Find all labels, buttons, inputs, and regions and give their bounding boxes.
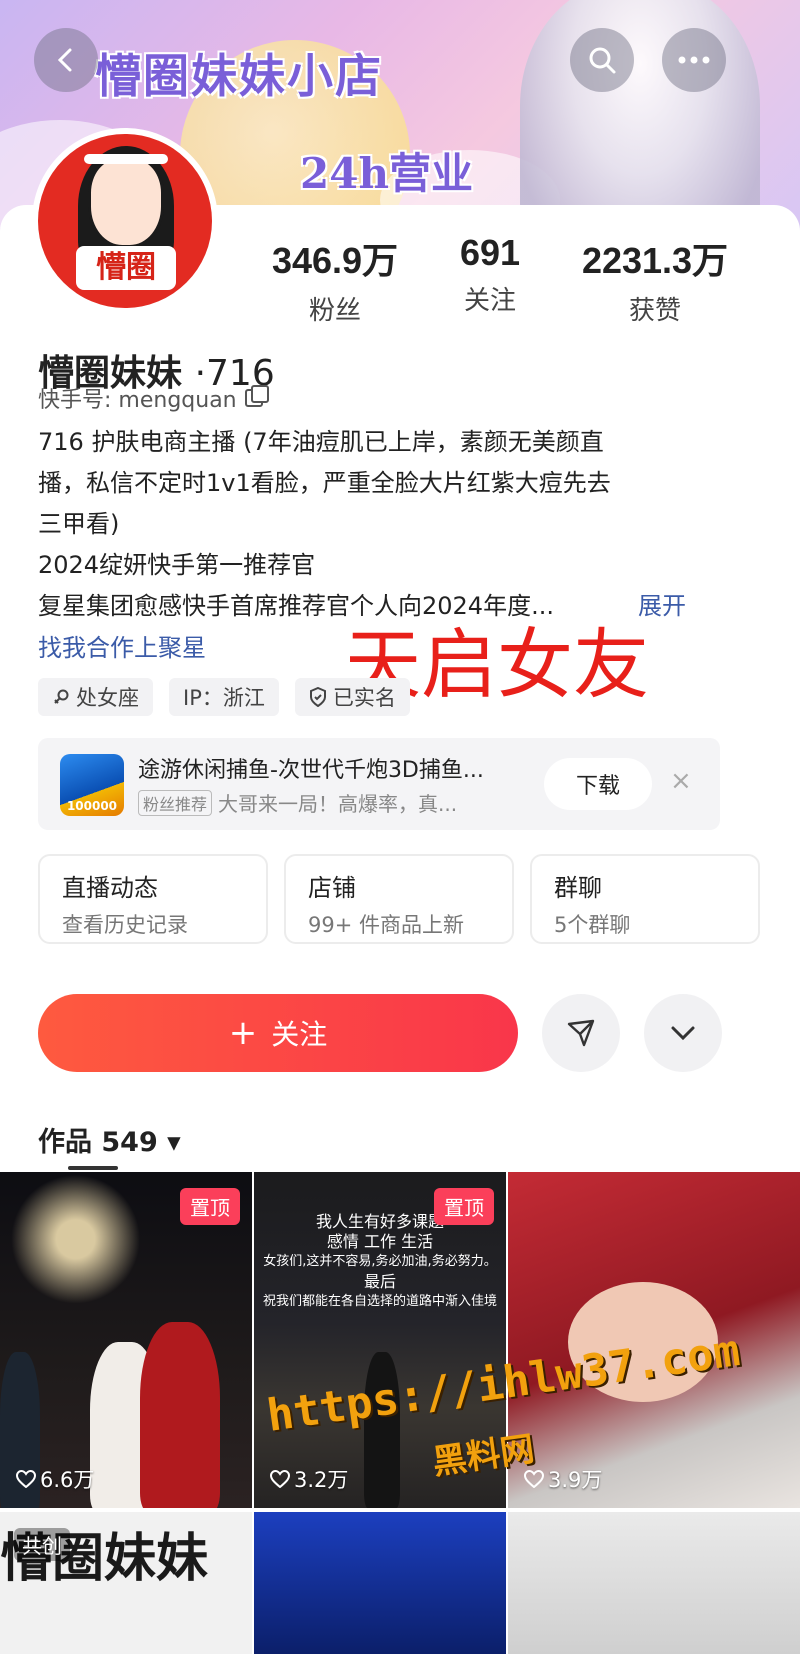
- cooperate-link[interactable]: 找我合作上聚星: [38, 628, 206, 663]
- thumb-caption-line: 感情 工作 生活: [326, 1232, 434, 1251]
- avatar-image: 懵圈: [38, 134, 212, 308]
- more-dots-icon: [678, 56, 710, 64]
- tag-zodiac[interactable]: 处女座: [38, 678, 153, 716]
- ad-icon-text: 100000: [66, 799, 118, 813]
- tag-ip: IP：浙江: [169, 678, 279, 716]
- profile-tags: 处女座 IP：浙江 已实名: [38, 678, 410, 716]
- heart-icon: [524, 1470, 544, 1488]
- caret-down-icon: ▾: [167, 1127, 181, 1158]
- more-button[interactable]: [662, 28, 726, 92]
- entry-subtitle: 99+ 件商品上新: [308, 913, 464, 937]
- heart-icon: [270, 1470, 290, 1488]
- avatar[interactable]: 懵圈: [32, 128, 218, 314]
- ad-subtitle: 大哥来一局！高爆率，真...: [218, 792, 458, 816]
- stat-label: 粉丝: [308, 296, 361, 326]
- thumb-caption-line: 女孩们,这并不容易,务必加油,务必努力。: [263, 1254, 497, 1269]
- close-icon[interactable]: ×: [670, 766, 692, 796]
- share-button[interactable]: [542, 994, 620, 1072]
- avatar-label: 懵圈: [76, 246, 176, 290]
- chevron-left-icon: [57, 48, 72, 72]
- likes-count: 6.6万: [16, 1464, 94, 1494]
- profile-bio: 716 护肤电商主播 (7年油痘肌已上岸，素颜无美颜直 播，私信不定时1v1看脸…: [38, 422, 758, 627]
- likes-text: 3.9万: [548, 1468, 603, 1492]
- kuaishou-id-text: 快手号: mengquan: [38, 388, 237, 413]
- heart-icon: [16, 1470, 36, 1488]
- back-button[interactable]: [34, 28, 98, 92]
- tab-works[interactable]: 作品 549 ▾: [38, 1120, 181, 1159]
- entry-shop[interactable]: 店铺 99+ 件商品上新: [284, 854, 514, 944]
- game-icon: 100000: [60, 754, 124, 816]
- ad-banner[interactable]: 100000 途游休闲捕鱼-次世代千炮3D捕鱼... 粉丝推荐 大哥来一局！高爆…: [38, 738, 720, 830]
- likes-text: 3.2万: [294, 1468, 349, 1492]
- ad-title: 途游休闲捕鱼-次世代千炮3D捕鱼...: [138, 758, 484, 783]
- thumb-caption-line: 最后: [363, 1272, 396, 1291]
- ad-download-button[interactable]: 下载: [544, 758, 652, 810]
- tag-verified[interactable]: 已实名: [294, 678, 410, 716]
- follow-label: 关注: [271, 1018, 328, 1051]
- pinned-badge: 置顶: [434, 1188, 494, 1225]
- pinned-badge: 置顶: [180, 1188, 240, 1225]
- tag-label: 处女座: [76, 686, 139, 710]
- bio-line: 716 护肤电商主播 (7年油痘肌已上岸，素颜无美颜直: [38, 428, 604, 456]
- stat-following[interactable]: 691 关注: [430, 232, 550, 317]
- expand-button[interactable]: [644, 994, 722, 1072]
- banner-subtitle: 24h营业: [300, 149, 473, 198]
- chevron-down-icon: [671, 1026, 695, 1041]
- tab-indicator: [68, 1166, 118, 1170]
- avatar-face: [88, 156, 164, 248]
- search-icon: [589, 47, 616, 74]
- feature-entries: 直播动态 查看历史记录 店铺 99+ 件商品上新 群聊 5个群聊: [38, 854, 800, 944]
- entry-title: 直播动态: [62, 874, 158, 902]
- banner-figure: [520, 0, 760, 240]
- entry-title: 群聊: [554, 874, 602, 902]
- bio-line: 播，私信不定时1v1看脸，严重全脸大片红紫大痘先去: [38, 469, 611, 497]
- female-icon: [54, 689, 69, 704]
- search-button[interactable]: [570, 28, 634, 92]
- stat-label: 关注: [463, 286, 516, 316]
- shield-check-icon: [309, 687, 326, 707]
- send-icon: [567, 1019, 595, 1047]
- follow-button[interactable]: + 关注: [38, 994, 518, 1072]
- work-item[interactable]: 置顶 6.6万: [0, 1172, 252, 1508]
- co-create-badge: 共创: [14, 1528, 70, 1561]
- entry-group-chat[interactable]: 群聊 5个群聊: [530, 854, 760, 944]
- work-item[interactable]: [254, 1512, 506, 1654]
- tag-label: IP：浙江: [183, 686, 265, 710]
- work-item[interactable]: [508, 1512, 800, 1654]
- stat-value: 2231.3万: [581, 240, 729, 281]
- tag-label: 已实名: [332, 686, 396, 710]
- thumb-caption-line: 祝我们都能在各自选择的道路中渐入佳境: [262, 1294, 497, 1309]
- copy-icon[interactable]: [244, 385, 269, 407]
- ad-subtitle-row: 粉丝推荐 大哥来一局！高爆率，真...: [138, 788, 457, 817]
- likes-text: 6.6万: [40, 1468, 95, 1492]
- stat-label: 获赞: [628, 296, 681, 326]
- entry-live-history[interactable]: 直播动态 查看历史记录: [38, 854, 268, 944]
- bio-line: 三甲看): [38, 510, 120, 538]
- banner-title: 懵圈妹妹小店: [95, 49, 383, 103]
- entry-subtitle: 查看历史记录: [62, 913, 188, 937]
- avatar-headband: [84, 154, 168, 164]
- stat-value: 346.9万: [271, 240, 399, 281]
- likes-count: 3.2万: [270, 1464, 348, 1494]
- ad-badge: 粉丝推荐: [138, 789, 213, 816]
- stat-value: 691: [459, 232, 521, 273]
- stat-fans[interactable]: 346.9万 粉丝: [250, 232, 420, 327]
- works-label: 作品 549: [38, 1127, 158, 1158]
- kuaishou-id: 快手号: mengquan: [38, 382, 269, 414]
- bio-line: 2024绽妍快手第一推荐官: [38, 551, 316, 579]
- plus-icon: +: [228, 1013, 258, 1053]
- profile-stats: 346.9万 粉丝 691 关注 2231.3万 获赞: [250, 232, 790, 326]
- stat-likes[interactable]: 2231.3万 获赞: [560, 232, 750, 327]
- thumb-figure: [140, 1322, 220, 1508]
- entry-title: 店铺: [308, 874, 356, 902]
- entry-subtitle: 5个群聊: [554, 913, 631, 937]
